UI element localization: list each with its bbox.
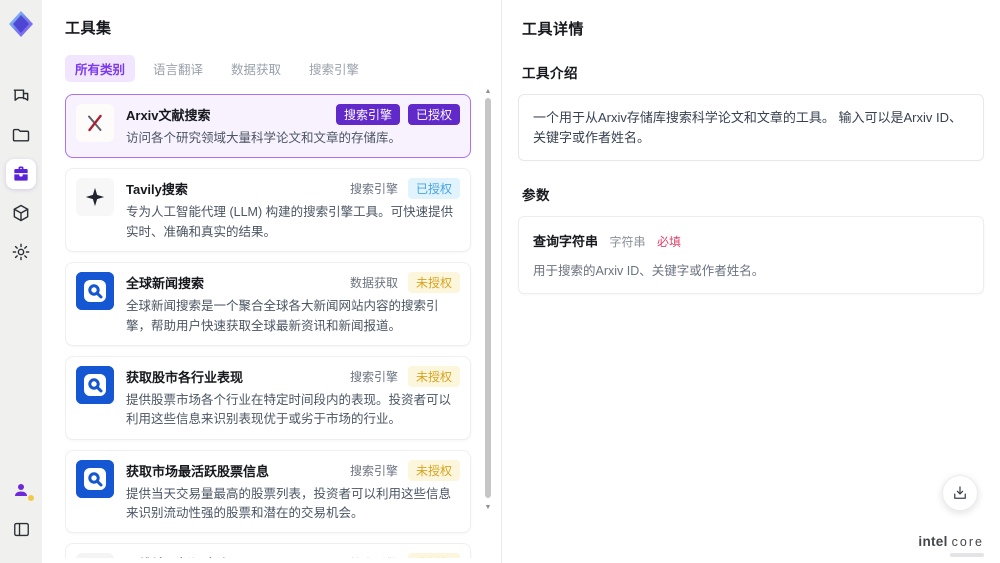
magnifier-app-icon [76, 272, 114, 311]
tool-tags: 搜索引擎 已授权 [348, 178, 460, 200]
tool-card-body: Tavily搜索 搜索引擎 已授权专为人工智能代理 (LLM) 构建的搜索引擎工具。… [126, 178, 460, 242]
scrollbar[interactable]: ▲ ▼ [484, 88, 492, 563]
scrollbar-thumb[interactable] [485, 98, 491, 498]
tool-auth-status-badge: 未授权 [407, 553, 460, 558]
page-title: 工具集 [65, 20, 112, 37]
scroll-down-button[interactable]: ▼ [484, 504, 492, 512]
tool-auth-status-badge: 未授权 [407, 272, 460, 294]
tool-card-body: 获取股市各行业表现 搜索引擎 未授权提供股票市场各个行业在特定时间段内的表现。投资者… [126, 365, 460, 430]
tool-name: 万维地区新闻查询 [126, 553, 230, 558]
sidebar-bottom-item-panel-toggle-icon[interactable] [6, 514, 36, 544]
brand-core-text: core [951, 535, 984, 549]
tool-card-0[interactable]: Arxiv文献搜索 搜索引擎 已授权 访问各个研究领域大量科学论文和文章的存储库。 [65, 94, 471, 159]
tool-auth-status-badge: 已授权 [407, 104, 460, 125]
parameter-required-badge: 必填 [656, 235, 681, 249]
tool-card-5[interactable]: 万维地区新闻查询搜索引擎未授权查询具体行政区划内的新闻，快速了解各地新闻动 [65, 543, 471, 558]
download-button[interactable] [942, 475, 978, 511]
sidebar-item-0-chat-icon[interactable] [6, 81, 36, 111]
tavily-star-icon [76, 178, 114, 217]
sidebar-bottom-item-user-icon[interactable] [6, 475, 36, 505]
app-logo-gem-icon[interactable] [5, 8, 37, 40]
tool-description: 访问各个研究领域大量科学论文和文章的存储库。 [126, 131, 402, 145]
params-heading: 参数 [522, 188, 550, 203]
parameter-type: 字符串 [609, 235, 646, 249]
tool-category-tag: 搜索引擎 [349, 369, 398, 384]
tool-tags: 搜索引擎 未授权 [348, 553, 460, 558]
newspaper-icon [76, 553, 114, 558]
category-tabs: 所有类别 语言翻译 数据获取 搜索引擎 [65, 55, 501, 82]
scroll-up-button[interactable]: ▲ [484, 88, 492, 96]
tool-category-tag: 数据获取 [349, 276, 398, 291]
tool-category-tag: 搜索引擎 [348, 553, 400, 558]
tool-tags: 搜索引擎未授权 [348, 459, 460, 481]
category-tab-3[interactable]: 搜索引擎 [299, 55, 369, 82]
intel-core-logo: intel core [918, 534, 984, 549]
tool-card-body: 万维地区新闻查询搜索引擎未授权查询具体行政区划内的新闻，快速了解各地新闻动 [126, 553, 460, 558]
tool-name: 获取市场最活跃股票信息 [126, 463, 270, 479]
tool-card-body: Arxiv文献搜索 搜索引擎 已授权 访问各个研究领域大量科学论文和文章的存储库。 [126, 104, 460, 148]
category-tab-2[interactable]: 数据获取 [221, 55, 291, 82]
magnifier-app-icon [76, 459, 114, 498]
tool-description: 全球新闻搜索是一个聚合全球各大新闻网站内容的搜索引擎，帮助用户快速获取全球最新资… [126, 299, 439, 333]
tool-name: 获取股市各行业表现 [126, 369, 244, 385]
parameter-name: 查询字符串 [533, 234, 599, 249]
tool-intro-text: 一个用于从Arxiv存储库搜索科学论文和文章的工具。 输入可以是Arxiv ID… [518, 94, 984, 161]
sidebar-item-3-cube-icon[interactable] [6, 198, 36, 228]
tool-category-tag: 搜索引擎 [349, 182, 398, 197]
detail-title: 工具详情 [522, 21, 585, 38]
parameter-header: 查询字符串 字符串 必填 [533, 231, 969, 251]
tool-auth-status-badge: 已授权 [407, 178, 460, 200]
tool-description: 专为人工智能代理 (LLM) 构建的搜索引擎工具。可快速提供实时、准确和真实的结… [126, 205, 454, 239]
tool-category-tag: 搜索引擎 [349, 463, 398, 478]
magnifier-app-icon [76, 365, 114, 404]
tool-description: 提供股票市场各个行业在特定时间段内的表现。投资者可以利用这些信息来识别表现优于或… [126, 392, 452, 427]
tool-name: Tavily搜索 [126, 182, 188, 198]
tool-description: 提供当天交易量最高的股票列表，投资者可以利用这些信息来识别流动性强的股票和潜在的… [126, 486, 452, 520]
tools-list-panel: 工具集 所有类别 语言翻译 数据获取 搜索引擎 Arxiv文献搜索 搜索引擎 已授权 访问各… [42, 0, 502, 563]
tool-category-tag: 搜索引擎 [335, 104, 400, 125]
tool-tags: 数据获取 未授权 [348, 272, 460, 294]
tool-auth-status-badge: 未授权 [407, 365, 460, 387]
category-tab-1[interactable]: 语言翻译 [143, 55, 213, 82]
tool-card-list: Arxiv文献搜索 搜索引擎 已授权 访问各个研究领域大量科学论文和文章的存储库。 Ta… [65, 94, 501, 558]
tool-card-body: 获取市场最活跃股票信息 搜索引擎 未授权提供当天交易量最高的股票列表，投资者可以利用… [126, 459, 460, 524]
category-tab-0[interactable]: 所有类别 [65, 55, 136, 82]
tool-card-2[interactable]: 全球新闻搜索 数据获取 未授权全球新闻搜索是一个聚合全球各大新闻网站内容的搜索引擎，… [65, 262, 471, 346]
arxiv-icon [76, 104, 114, 142]
download-icon [954, 486, 966, 499]
tool-tags: 搜索引擎未授权 [348, 365, 460, 387]
sidebar-item-4-gear-icon[interactable] [6, 237, 36, 267]
sidebar-item-2-toolbox-icon[interactable] [6, 159, 36, 189]
parameter-card: 查询字符串 字符串 必填 用于搜索的Arxiv ID、关键字或作者姓名。 [518, 216, 984, 294]
nav-rail [0, 0, 42, 563]
tool-name: Arxiv文献搜索 [126, 108, 211, 123]
app-window: 工具集 所有类别 语言翻译 数据获取 搜索引擎 Arxiv文献搜索 搜索引擎 已授权 访问各… [0, 0, 1000, 563]
tool-card-1[interactable]: Tavily搜索 搜索引擎 已授权专为人工智能代理 (LLM) 构建的搜索引擎工具。… [65, 168, 471, 253]
parameter-description: 用于搜索的Arxiv ID、关键字或作者姓名。 [533, 264, 765, 278]
tool-card-body: 全球新闻搜索 数据获取 未授权全球新闻搜索是一个聚合全球各大新闻网站内容的搜索引擎，… [126, 272, 460, 336]
intro-heading: 工具介绍 [522, 66, 578, 81]
tool-card-3[interactable]: 获取股市各行业表现 搜索引擎 未授权提供股票市场各个行业在特定时间段内的表现。投资者… [65, 355, 471, 440]
tool-name: 全球新闻搜索 [126, 276, 205, 292]
avatar-badge [28, 495, 34, 501]
tool-card-4[interactable]: 获取市场最活跃股票信息 搜索引擎 未授权提供当天交易量最高的股票列表，投资者可以利用… [65, 449, 471, 534]
tool-detail-panel: 工具详情 工具介绍 一个用于从Arxiv存储库搜索科学论文和文章的工具。 输入可… [502, 0, 1000, 563]
tool-tags: 搜索引擎 已授权 [335, 104, 460, 125]
sidebar-item-1-folder-icon[interactable] [6, 120, 36, 150]
tool-auth-status-badge: 未授权 [407, 459, 460, 481]
brand-intel-text: intel [918, 534, 948, 549]
brand-subtext-bar [950, 553, 984, 557]
